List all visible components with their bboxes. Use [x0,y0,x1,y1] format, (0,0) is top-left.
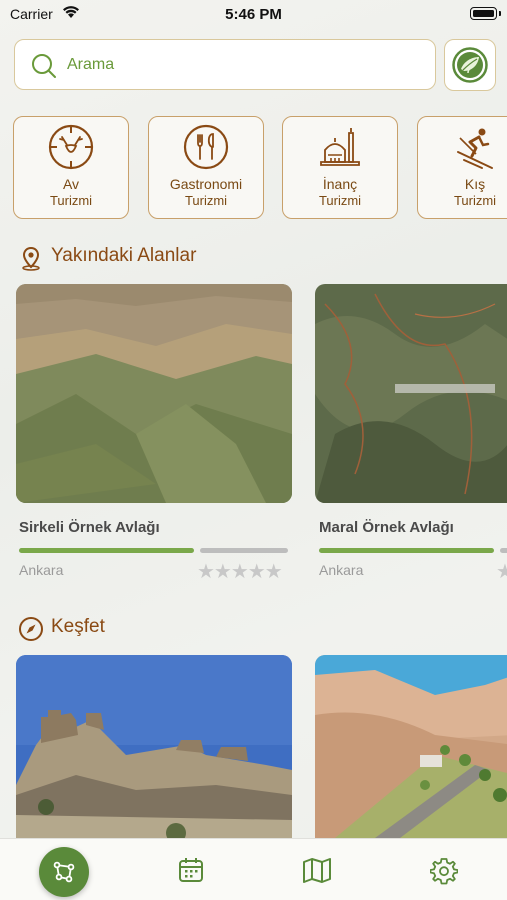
search-input[interactable] [67,52,407,78]
category-sub: Turizmi [318,193,362,208]
category-av-turizmi[interactable]: Av Turizmi [13,116,129,219]
settings-icon[interactable] [430,857,458,885]
tab-route[interactable] [39,847,89,897]
category-name: İnanç [322,176,358,192]
category-name: Gastronomi [169,176,243,192]
status-bar: Carrier 5:46 PM [0,0,507,28]
route-icon [53,861,75,883]
progress-bar-fill [319,548,494,553]
rating-stars-clip: ★★★★★ [496,559,507,583]
battery-icon [470,7,497,20]
progress-bar-track [500,548,507,553]
nearby-card-image[interactable] [315,284,507,503]
calendar-icon[interactable] [178,857,204,883]
nearby-card-image[interactable] [16,284,292,503]
tab-bar [0,838,507,900]
rating-stars: ★★★★★ [496,561,507,583]
cutlery-icon [183,124,229,170]
landscape-image [16,284,292,503]
category-name: Av [62,176,80,192]
category-name: Kış [464,176,486,192]
nearby-item-title: Sirkeli Örnek Avlağı [19,519,160,536]
map-icon[interactable] [302,857,332,883]
discover-card-image[interactable] [315,655,507,838]
category-inanc-turizmi[interactable]: İnanç Turizmi [282,116,398,219]
deer-icon [48,124,94,170]
category-row: Av Turizmi Gastronomi Turizmi İnanç Turi… [13,116,507,220]
nearby-item-city: Ankara [319,562,364,578]
category-sub: Turizmi [453,193,497,208]
castle-image [16,655,292,838]
section-label: Keşfet [51,616,105,637]
section-label: Yakındaki Alanlar [51,245,197,266]
search-box[interactable] [14,39,436,90]
progress-bar-track [200,548,288,553]
nearby-item-city: Ankara [19,562,64,578]
nearby-item-title: Maral Örnek Avlağı [319,519,454,536]
rating-stars: ★★★★★ [197,561,283,583]
compass-icon [19,617,43,641]
category-kis-turizmi[interactable]: Kış Turizmi [417,116,507,219]
app-logo-button[interactable] [444,39,496,91]
location-pin-icon [22,246,40,271]
leaf-logo-icon [452,47,488,83]
satellite-map-image [315,284,507,503]
mosque-icon [320,128,360,166]
category-sub: Turizmi [184,193,228,208]
discover-card-image[interactable] [16,655,292,838]
category-gastronomi-turizmi[interactable]: Gastronomi Turizmi [148,116,264,219]
progress-bar-fill [19,548,194,553]
skier-icon [457,128,493,169]
status-time: 5:46 PM [225,6,282,23]
valley-image [315,655,507,838]
search-icon [32,54,56,78]
category-sub: Turizmi [49,193,93,208]
